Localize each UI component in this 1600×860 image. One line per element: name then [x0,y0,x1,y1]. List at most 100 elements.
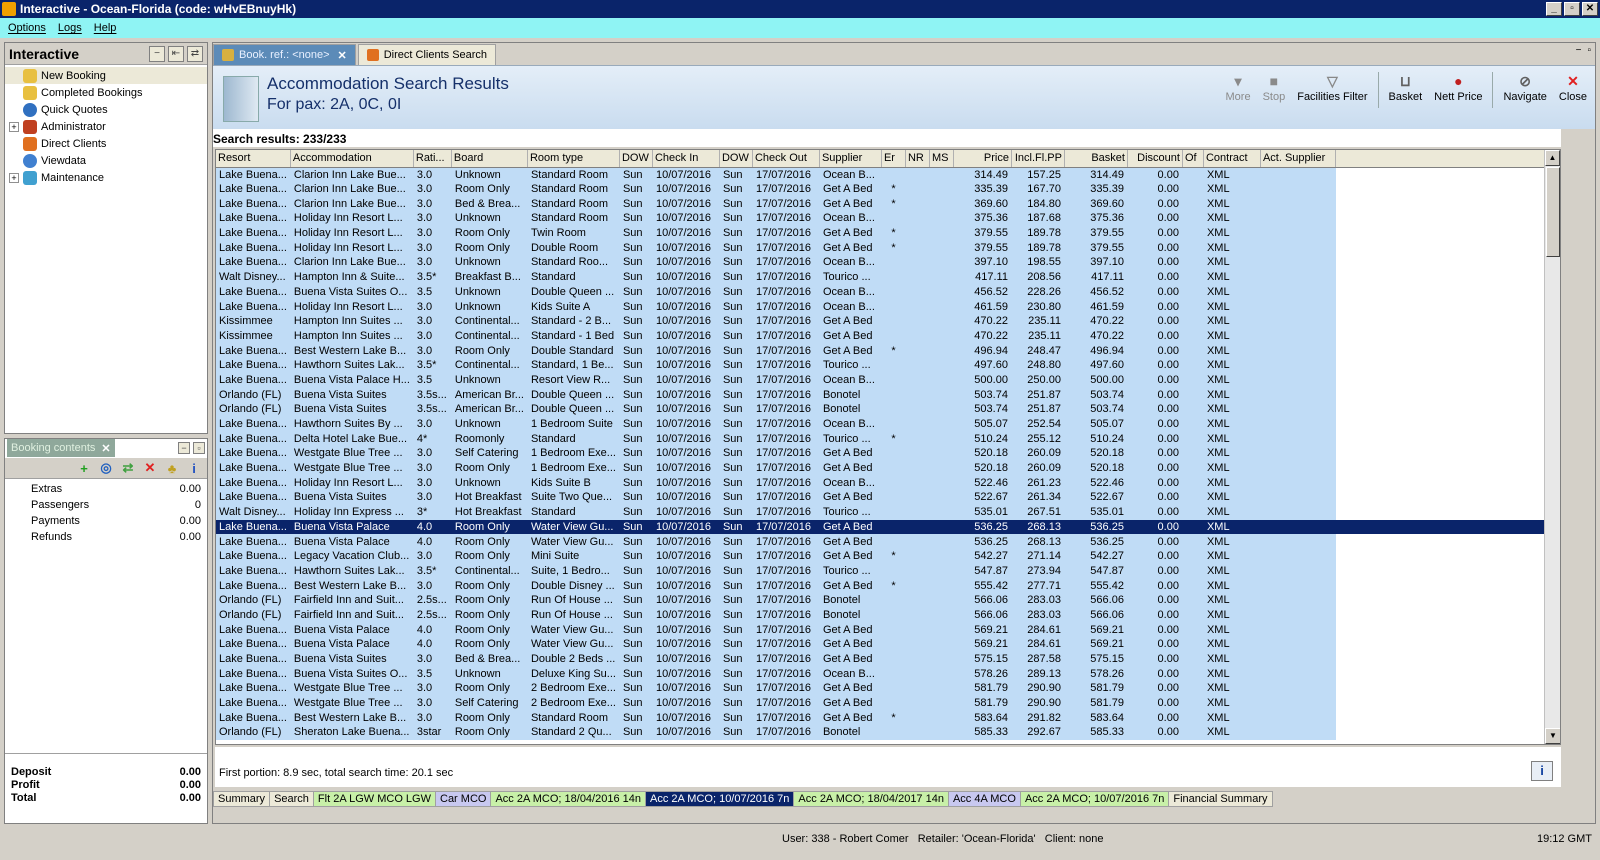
table-row[interactable]: Lake Buena... Hawthorn Suites Lak... 3.5* C… [216,357,1552,373]
swap-icon[interactable]: ⇄ [187,45,203,62]
table-row[interactable]: Lake Buena... Westgate Blue Tree ... 3.0 Ro… [216,460,1552,476]
nav-item-completed-bookings[interactable]: Completed Bookings [5,84,207,101]
palm-tree-icon[interactable]: ♣ [165,461,179,476]
table-row[interactable]: Lake Buena... Best Western Lake B... 3.0 Ro… [216,578,1552,593]
table-row[interactable]: Lake Buena... Buena Vista Suites 3.0 Bed & … [216,651,1552,667]
table-row[interactable]: Lake Buena... Clarion Inn Lake Bue... 3.0 R… [216,181,1552,197]
component-tab[interactable]: Flt 2A LGW MCO LGW [313,791,436,807]
table-row[interactable]: Orlando (FL) Buena Vista Suites 3.5s... Ame… [216,402,1552,417]
table-row[interactable]: Lake Buena... Hawthorn Suites By ... 3.0 Un… [216,416,1552,432]
table-row[interactable]: Lake Buena... Clarion Inn Lake Bue... 3.0 U… [216,167,1552,182]
table-row[interactable]: Lake Buena... Buena Vista Suites O... 3.5 U… [216,666,1552,682]
delete-icon[interactable]: ✕ [143,460,157,475]
menu-options[interactable]: Options [2,22,52,34]
transfer-icon[interactable]: ⇄ [121,460,135,475]
column-header[interactable]: Er [881,150,906,168]
column-header[interactable]: Resort [216,150,291,168]
column-header[interactable]: Of [1182,150,1204,168]
table-row[interactable]: Lake Buena... Best Western Lake B... 3.0 Ro… [216,343,1552,358]
minimize-button[interactable]: _ [1546,2,1562,16]
maximize-button[interactable]: ▫ [1564,2,1580,16]
add-icon[interactable]: + [77,461,91,476]
table-row[interactable]: Lake Buena... Clarion Inn Lake Bue... 3.0 B… [216,196,1552,212]
column-header[interactable]: Board [451,150,528,168]
table-row[interactable]: Lake Buena... Buena Vista Palace 4.0 Room O… [216,622,1552,637]
facilities-filter-button[interactable]: ▽ Facilities Filter [1293,72,1371,104]
minimize-panel-icon[interactable]: − [178,442,190,454]
expand-icon[interactable]: + [9,121,19,132]
menu-logs[interactable]: Logs [52,22,88,34]
dock-icon[interactable]: ⇤ [168,45,184,62]
maximize-panel-icon[interactable]: ▫ [193,442,205,454]
column-header[interactable]: Accommodation [290,150,414,168]
component-tab[interactable]: Acc 2A MCO; 18/04/2017 14n [794,791,949,807]
info-icon[interactable]: i [187,461,201,476]
table-row[interactable]: Lake Buena... Legacy Vacation Club... 3.0 R… [216,548,1552,564]
component-tab[interactable]: Acc 2A MCO; 10/07/2016 7n [646,791,795,807]
table-row[interactable]: Lake Buena... Westgate Blue Tree ... 3.0 Ro… [216,681,1552,696]
column-header[interactable]: Supplier [819,150,882,168]
component-tab[interactable]: Summary [213,791,271,807]
table-row[interactable]: Lake Buena... Holiday Inn Resort L... 3.0 R… [216,225,1552,241]
nav-item-direct-clients[interactable]: Direct Clients [5,135,207,152]
column-header[interactable]: Discount [1127,150,1183,168]
component-tab[interactable]: Acc 4A MCO [948,791,1021,807]
column-header[interactable]: Contract [1203,150,1261,168]
component-tab[interactable]: Financial Summary [1169,791,1273,807]
table-row[interactable]: Lake Buena... Holiday Inn Resort L... 3.0 U… [216,475,1552,491]
column-header[interactable]: MS [929,150,954,168]
table-row[interactable]: Lake Buena... Best Western Lake B... 3.0 Ro… [216,710,1552,726]
close-window-button[interactable]: ✕ [1582,2,1598,16]
table-row[interactable]: Lake Buena... Buena Vista Palace 4.0 Room O… [216,637,1552,652]
booking-contents-tab[interactable]: Booking contents ✕ [7,439,115,457]
column-header[interactable]: DOW [619,150,653,168]
expand-icon[interactable]: + [9,172,19,183]
column-header[interactable]: Check In [652,150,720,168]
table-row[interactable]: Lake Buena... Buena Vista Palace 4.0 Room O… [216,534,1552,549]
tab-booking[interactable]: Book. ref.: <none> ✕ [213,44,356,65]
refresh-icon[interactable]: ◎ [99,460,113,475]
close-results-button[interactable]: ✕ Close [1555,72,1591,104]
table-row[interactable]: Lake Buena... Buena Vista Palace 4.0 Room O… [216,519,1552,535]
column-header[interactable]: NR [905,150,930,168]
menu-help[interactable]: Help [88,22,123,34]
column-header[interactable]: Room type [527,150,620,168]
close-icon[interactable]: ✕ [338,49,347,62]
table-row[interactable]: Lake Buena... Westgate Blue Tree ... 3.0 Se… [216,446,1552,461]
nav-item-new-booking[interactable]: New Booking [5,67,207,84]
scroll-thumb[interactable] [1546,167,1560,257]
nav-item-viewdata[interactable]: Viewdata [5,152,207,169]
column-header[interactable]: Incl.Fl.PP [1011,150,1065,168]
table-row[interactable]: Lake Buena... Westgate Blue Tree ... 3.0 Se… [216,695,1552,711]
scroll-up-icon[interactable]: ▲ [1545,150,1560,166]
close-icon[interactable]: ✕ [101,442,110,455]
table-row[interactable]: Orlando (FL) Sheraton Lake Buena... 3star R… [216,725,1552,740]
tab-direct-clients-search[interactable]: Direct Clients Search [357,44,497,65]
component-tab[interactable]: Acc 2A MCO; 18/04/2016 14n [491,791,646,807]
table-row[interactable]: Orlando (FL) Buena Vista Suites 3.5s... Ame… [216,387,1552,402]
column-header[interactable]: Price [953,150,1012,168]
table-row[interactable]: Lake Buena... Buena Vista Suites 3.0 Hot Br… [216,490,1552,505]
navigate-button[interactable]: ⊘ Navigate [1499,72,1550,104]
nav-item-quick-quotes[interactable]: Quick Quotes [5,101,207,118]
table-row[interactable]: Lake Buena... Buena Vista Suites O... 3.5 U… [216,284,1552,300]
table-row[interactable]: Kissimmee Hampton Inn Suites ... 3.0 Contin… [216,328,1552,344]
column-header[interactable]: Basket [1064,150,1128,168]
collapse-icon[interactable]: − [149,45,165,62]
table-row[interactable]: Orlando (FL) Fairfield Inn and Suit... 2.5… [216,592,1552,608]
more-button[interactable]: ▾ More [1222,72,1255,104]
component-tab[interactable]: Acc 2A MCO; 10/07/2016 7n [1020,791,1170,807]
table-row[interactable]: Walt Disney... Hampton Inn & Suite... 3.5*… [216,269,1552,285]
nav-item-administrator[interactable]: + Administrator [5,118,207,135]
basket-button[interactable]: ⊔ Basket [1385,72,1427,104]
vertical-scrollbar[interactable]: ▲ ▼ [1544,150,1560,744]
table-row[interactable]: Orlando (FL) Fairfield Inn and Suit... 2.5… [216,607,1552,623]
component-tab[interactable]: Car MCO [436,791,492,807]
table-row[interactable]: Lake Buena... Delta Hotel Lake Bue... 4* Ro… [216,431,1552,447]
nav-item-maintenance[interactable]: + Maintenance [5,169,207,186]
scroll-down-icon[interactable]: ▼ [1545,728,1560,744]
table-row[interactable]: Walt Disney... Holiday Inn Express ... 3* H… [216,504,1552,520]
table-row[interactable]: Lake Buena... Hawthorn Suites Lak... 3.5* C… [216,563,1552,579]
table-row[interactable]: Lake Buena... Holiday Inn Resort L... 3.0 R… [216,240,1552,256]
stop-button[interactable]: ■ Stop [1259,72,1290,103]
